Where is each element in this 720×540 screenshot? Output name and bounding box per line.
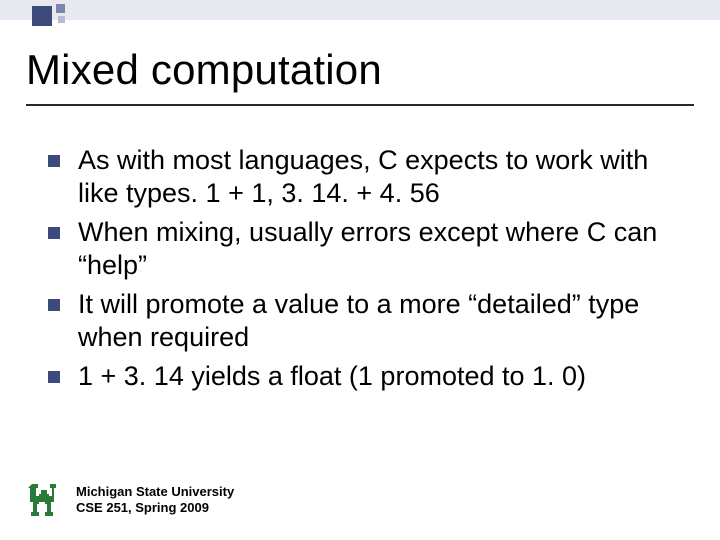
footer-line-2: CSE 251, Spring 2009 — [76, 500, 234, 516]
list-item: 1 + 3. 14 yields a float (1 promoted to … — [48, 360, 678, 393]
bullet-text: It will promote a value to a more “detai… — [78, 289, 639, 352]
footer-line-1: Michigan State University — [76, 484, 234, 500]
decorative-top-bar — [0, 0, 720, 20]
msu-logo-icon — [28, 482, 60, 518]
footer: Michigan State University CSE 251, Sprin… — [28, 482, 234, 518]
list-item: It will promote a value to a more “detai… — [48, 288, 678, 354]
footer-text: Michigan State University CSE 251, Sprin… — [76, 484, 234, 515]
bullet-text: As with most languages, C expects to wor… — [78, 145, 648, 208]
title-underline — [26, 104, 694, 106]
bullet-text: 1 + 3. 14 yields a float (1 promoted to … — [78, 361, 586, 391]
slide-title: Mixed computation — [26, 46, 382, 94]
bullet-text: When mixing, usually errors except where… — [78, 217, 657, 280]
list-item: When mixing, usually errors except where… — [48, 216, 678, 282]
bullet-list: As with most languages, C expects to wor… — [48, 144, 678, 399]
list-item: As with most languages, C expects to wor… — [48, 144, 678, 210]
